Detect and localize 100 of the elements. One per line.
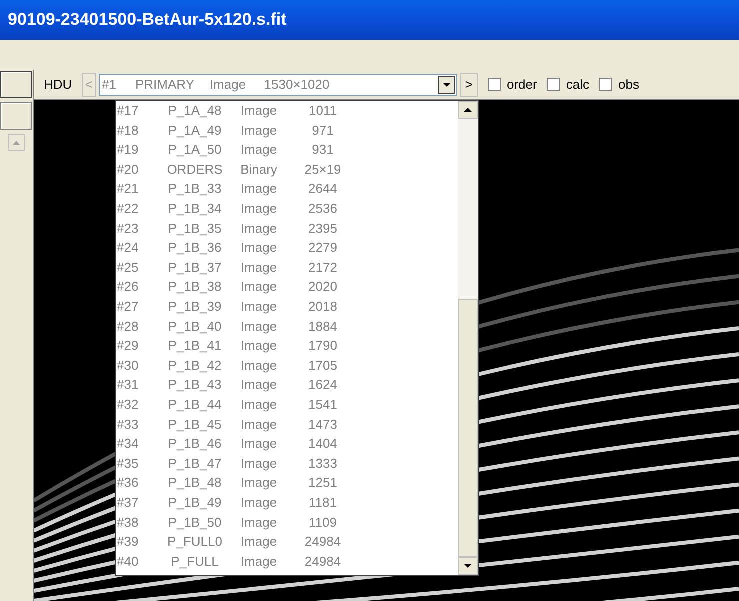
scroll-up-button[interactable]	[458, 101, 478, 119]
hdu-size: 1404	[308, 435, 338, 454]
hdu-type: Image	[240, 494, 278, 512]
hdu-name: P_1B_47	[167, 454, 223, 473]
hdu-number: #19	[117, 141, 140, 160]
scroll-thumb[interactable]	[458, 299, 478, 557]
hdu-type: Image	[240, 474, 278, 492]
hdu-size: 1884	[308, 318, 338, 336]
hdu-type: Image	[240, 435, 278, 454]
hdu-number: #36	[117, 474, 140, 492]
hdu-type: Image	[240, 200, 278, 218]
hdu-type: Image	[240, 220, 278, 238]
hdu-name: P_FULL	[170, 552, 220, 571]
hdu-type: Image	[240, 376, 278, 394]
hdu-number: #30	[117, 356, 140, 375]
hdu-number: #22	[117, 200, 140, 218]
hdu-number: #39	[117, 533, 140, 552]
scrollbar[interactable]	[458, 101, 478, 575]
checkbox[interactable]	[488, 78, 501, 91]
up-arrow-icon	[13, 140, 20, 144]
hdu-type: Image	[240, 239, 278, 258]
checkbox[interactable]	[547, 78, 560, 91]
hdu-size: 1705	[308, 356, 338, 375]
hdu-name: P_1B_49	[167, 494, 223, 512]
hdu-size: 24984	[304, 533, 342, 552]
hdu-name: P_1A_48	[167, 102, 223, 120]
hdu-type: Image	[240, 356, 278, 375]
hdu-name: P_1A_49	[167, 122, 223, 140]
hdu-type: Image	[240, 258, 278, 277]
hdu-name: P_1B_33	[167, 180, 223, 198]
hdu-number: #18	[117, 122, 140, 140]
hdu-name: P_1B_41	[167, 337, 223, 356]
hdu-size: 1790	[308, 337, 338, 356]
hdu-type: Image	[240, 278, 278, 296]
hdu-name: P_1B_50	[167, 514, 223, 532]
hdu-type: Image	[240, 102, 278, 120]
hdu-name: P_1B_45	[167, 416, 223, 434]
scroll-down-button[interactable]	[458, 557, 478, 575]
hdu-name: ORDERS	[166, 160, 224, 179]
checkbox-label: order	[507, 76, 538, 94]
hdu-number: #24	[117, 239, 140, 258]
checkbox[interactable]	[599, 78, 612, 91]
hdu-number: #28	[117, 318, 140, 336]
hdu-size: 2644	[308, 180, 338, 198]
previous-button[interactable]: <	[82, 72, 96, 96]
hdu-size: 2020	[308, 278, 338, 296]
hdu-number: #23	[117, 220, 140, 238]
hdu-type: Image	[240, 533, 278, 552]
checkbox-label: calc	[566, 76, 590, 94]
window-title: 90109-23401500-BetAur-5x120.s.fit	[7, 9, 287, 32]
checkbox-label: obs	[618, 76, 640, 94]
hdu-label: HDU	[44, 76, 74, 94]
hdu-select[interactable]: #1 PRIMARY Image 1530×1020	[99, 74, 457, 96]
hdu-name: P_1B_44	[167, 396, 223, 414]
hdu-name: P_1B_43	[167, 376, 223, 394]
hdu-number: #27	[117, 298, 140, 316]
hdu-size: 1333	[308, 454, 338, 473]
hdu-number: #31	[117, 376, 140, 394]
hdu-type: Image	[240, 180, 278, 198]
hdu-number: #35	[117, 454, 140, 473]
hdu-number: #37	[117, 494, 140, 512]
hdu-size: 1011	[308, 102, 338, 120]
hdu-size: 2279	[308, 239, 338, 258]
hdu-size: 1624	[308, 376, 338, 394]
hdu-number: #21	[117, 180, 140, 198]
hdu-type: Image	[208, 76, 248, 94]
hdu-size: 1530×1020	[263, 76, 331, 94]
hdu-name: P_1B_42	[167, 356, 223, 375]
hdu-name: PRIMARY	[134, 76, 196, 94]
hdu-size: 2018	[308, 298, 338, 316]
hdu-size: 1251	[308, 474, 338, 492]
hdu-type: Image	[240, 318, 278, 336]
hdu-name: P_1B_36	[167, 239, 223, 258]
hdu-name: P_1B_34	[167, 200, 223, 218]
hdu-name: P_1B_48	[167, 474, 223, 492]
hdu-name: P_1B_40	[167, 318, 223, 336]
hdu-type: Image	[240, 552, 278, 571]
hdu-type: Image	[240, 298, 278, 316]
hdu-size: 2172	[308, 258, 338, 277]
hdu-number: #40	[117, 552, 140, 571]
hdu-number: #17	[117, 102, 140, 120]
hdu-type: Image	[240, 514, 278, 532]
hdu-name: P_1B_38	[167, 278, 223, 296]
hdu-type: Image	[240, 141, 278, 160]
side-button[interactable]	[0, 71, 32, 98]
down-arrow-icon	[442, 82, 450, 86]
hdu-name: P_1B_39	[167, 298, 223, 316]
hdu-name: P_1B_37	[167, 258, 223, 277]
hdu-size: 2395	[308, 220, 338, 238]
hdu-number: #25	[117, 258, 140, 277]
hdu-type: Image	[240, 396, 278, 414]
up-arrow-icon	[464, 108, 472, 112]
hdu-size: 971	[311, 122, 335, 140]
hdu-size: 25×19	[304, 160, 342, 179]
dropdown-button[interactable]	[438, 76, 455, 94]
hdu-size: 24984	[304, 552, 342, 571]
hdu-type: Image	[240, 337, 278, 356]
hdu-size: 1473	[308, 416, 338, 434]
hdu-number: #33	[117, 416, 140, 434]
next-button[interactable]: >	[460, 72, 478, 96]
